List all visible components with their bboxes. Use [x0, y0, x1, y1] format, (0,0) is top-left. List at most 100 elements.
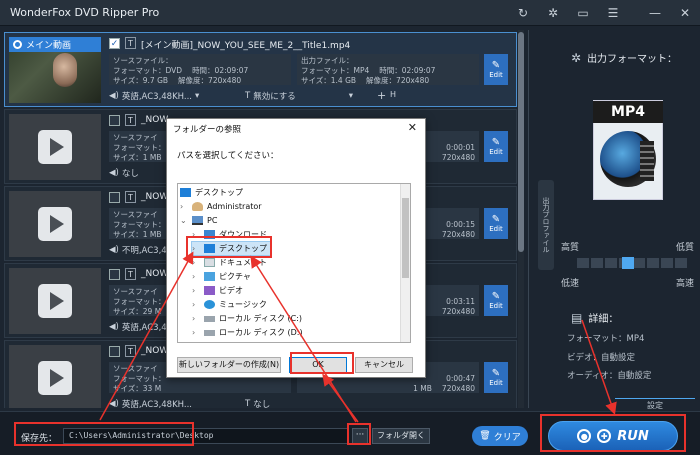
video-thumbnail[interactable]: [9, 345, 101, 408]
video-thumbnail[interactable]: [9, 114, 101, 180]
ok-button[interactable]: OK: [289, 357, 347, 373]
chevron-right-icon[interactable]: ›: [192, 314, 200, 323]
tree-node[interactable]: › ビデオ: [192, 284, 243, 297]
audio-track-select[interactable]: ◀) 英語,AC3,48KH...: [109, 398, 192, 408]
scroll-thumb[interactable]: [518, 32, 524, 252]
slider-knob[interactable]: [622, 257, 634, 269]
quality-slider[interactable]: [577, 257, 687, 269]
file-name: [メイン動画]_NOW_YOU_SEE_ME_2__Title1.mp4: [141, 41, 351, 51]
bottom-bar: 保存先： C:\Users\Administrator\Desktop ··· …: [0, 411, 700, 455]
format-thumbnail[interactable]: MP4: [593, 100, 663, 200]
close-icon[interactable]: ✕: [670, 0, 700, 26]
picture-icon: [204, 272, 215, 281]
speaker-icon: ◀): [109, 168, 119, 178]
tree-node[interactable]: › ピクチャ: [192, 270, 251, 283]
output-path-input[interactable]: C:\Users\Administrator\Desktop: [63, 428, 348, 444]
save-to-label: 保存先：: [21, 434, 58, 444]
subtitle-icon: T: [245, 399, 251, 408]
file-name: _NOW: [141, 192, 169, 202]
dialog-title: フォルダーの参照: [173, 125, 242, 135]
convert-icon: ✚: [597, 429, 612, 443]
details-title: ▤ 詳細：: [571, 310, 619, 326]
edit-button[interactable]: ✎ Edit: [484, 208, 508, 239]
tree-node[interactable]: デスクトップ: [180, 186, 243, 199]
edit-button[interactable]: ✎ Edit: [484, 362, 508, 393]
tree-node[interactable]: › Administrator: [180, 200, 262, 213]
list-scrollbar[interactable]: [518, 30, 524, 408]
rename-icon[interactable]: T: [125, 114, 136, 126]
play-icon[interactable]: [38, 207, 72, 241]
document-icon: [204, 258, 215, 267]
edit-button[interactable]: ✎ Edit: [484, 285, 508, 316]
chevron-right-icon[interactable]: ›: [180, 202, 188, 211]
browse-button[interactable]: ···: [352, 428, 368, 444]
edit-icon: ✎: [491, 291, 501, 302]
item-checkbox[interactable]: [109, 115, 120, 126]
music-icon: [204, 300, 215, 309]
output-info: 出力ファイル： フォーマット：MP4 時間：02:09:07 サイズ：1.4 GB…: [297, 54, 479, 85]
chevron-right-icon[interactable]: ›: [192, 272, 200, 281]
speaker-icon: ◀): [109, 399, 119, 408]
tree-node[interactable]: › ミュージック: [192, 298, 267, 311]
audio-track-select[interactable]: ◀) なし: [109, 167, 139, 179]
menu-icon[interactable]: ☰: [598, 0, 628, 26]
file-name: _NOW: [141, 115, 169, 125]
run-button[interactable]: ● ✚ RUN: [548, 421, 678, 451]
item-checkbox[interactable]: [109, 269, 120, 280]
rename-icon[interactable]: T: [125, 345, 136, 357]
chevron-right-icon[interactable]: ›: [192, 286, 200, 295]
chevron-down-icon[interactable]: ⌄: [180, 216, 188, 225]
chevron-right-icon[interactable]: ›: [192, 328, 200, 337]
rename-icon[interactable]: T: [125, 268, 136, 280]
cancel-button[interactable]: キャンセル: [355, 357, 413, 373]
item-checkbox[interactable]: ✓: [109, 38, 120, 49]
app-title: WonderFox DVD Ripper Pro: [10, 6, 160, 19]
clear-button[interactable]: 🗑 クリア: [472, 426, 528, 446]
tree-node[interactable]: ⌄ PC: [180, 214, 217, 227]
tree-node-desktop-selected[interactable]: › デスクトップ: [191, 241, 271, 256]
chevron-right-icon[interactable]: ›: [192, 300, 200, 309]
add-subtitle-icon[interactable]: +: [377, 89, 386, 102]
edit-button[interactable]: ✎ Edit: [484, 54, 508, 85]
folder-tree[interactable]: デスクトップ › Administrator ⌄ PC › ダウンロード › デスクトッ…: [177, 183, 411, 343]
tree-node[interactable]: › ダウンロード: [192, 228, 267, 241]
scroll-thumb[interactable]: [402, 198, 409, 278]
trash-icon: 🗑: [479, 431, 491, 441]
tree-node[interactable]: › ローカル ディスク (D:): [192, 326, 303, 339]
refresh-icon[interactable]: ↻: [508, 0, 538, 26]
folder-browse-dialog: フォルダーの参照 ✕ パスを選択してください： デスクトップ › Administ…: [166, 118, 426, 378]
chevron-right-icon[interactable]: ›: [192, 244, 200, 253]
video-thumbnail[interactable]: [9, 268, 101, 334]
tree-node[interactable]: › ドキュメント: [192, 256, 267, 269]
audio-track-select[interactable]: ◀) 英語,AC3,48KH... ▾: [109, 90, 199, 102]
open-folder-button[interactable]: フォルダ開く: [372, 428, 430, 444]
subtitle-select[interactable]: T 無効にする ▾: [245, 90, 353, 102]
tree-scrollbar[interactable]: [400, 184, 410, 342]
video-thumbnail[interactable]: [9, 191, 101, 257]
gear-icon[interactable]: ✲: [538, 0, 568, 26]
play-icon[interactable]: [38, 284, 72, 318]
item-checkbox[interactable]: [109, 346, 120, 357]
minimize-icon[interactable]: —: [640, 0, 670, 26]
close-icon[interactable]: ✕: [408, 121, 417, 134]
chat-icon[interactable]: ▭: [568, 0, 598, 26]
subtitle-settings-icon[interactable]: H: [390, 90, 396, 99]
settings-doc-icon: ▤: [571, 310, 583, 325]
output-profile-toggle[interactable]: 出力プロファイル: [538, 180, 554, 270]
settings-button[interactable]: 設定: [615, 398, 695, 411]
list-item[interactable]: メイン動画 ✓ T [メイン動画]_NOW_YOU_SEE_ME_2__Titl…: [4, 32, 517, 107]
rename-icon[interactable]: T: [125, 37, 136, 49]
play-icon[interactable]: [38, 130, 72, 164]
dialog-prompt: パスを選択してください：: [177, 151, 279, 161]
chevron-right-icon[interactable]: ›: [192, 230, 200, 239]
speaker-icon: ◀): [109, 322, 119, 332]
play-icon[interactable]: [38, 361, 72, 395]
edit-button[interactable]: ✎ Edit: [484, 131, 508, 162]
item-checkbox[interactable]: [109, 192, 120, 203]
file-name: _NOW: [141, 269, 169, 279]
new-folder-button[interactable]: 新しいフォルダーの作成(N): [177, 357, 281, 373]
chevron-right-icon[interactable]: ›: [192, 258, 200, 267]
subtitle-select[interactable]: T なし: [245, 398, 270, 408]
tree-node[interactable]: › ローカル ディスク (C:): [192, 312, 302, 325]
rename-icon[interactable]: T: [125, 191, 136, 203]
